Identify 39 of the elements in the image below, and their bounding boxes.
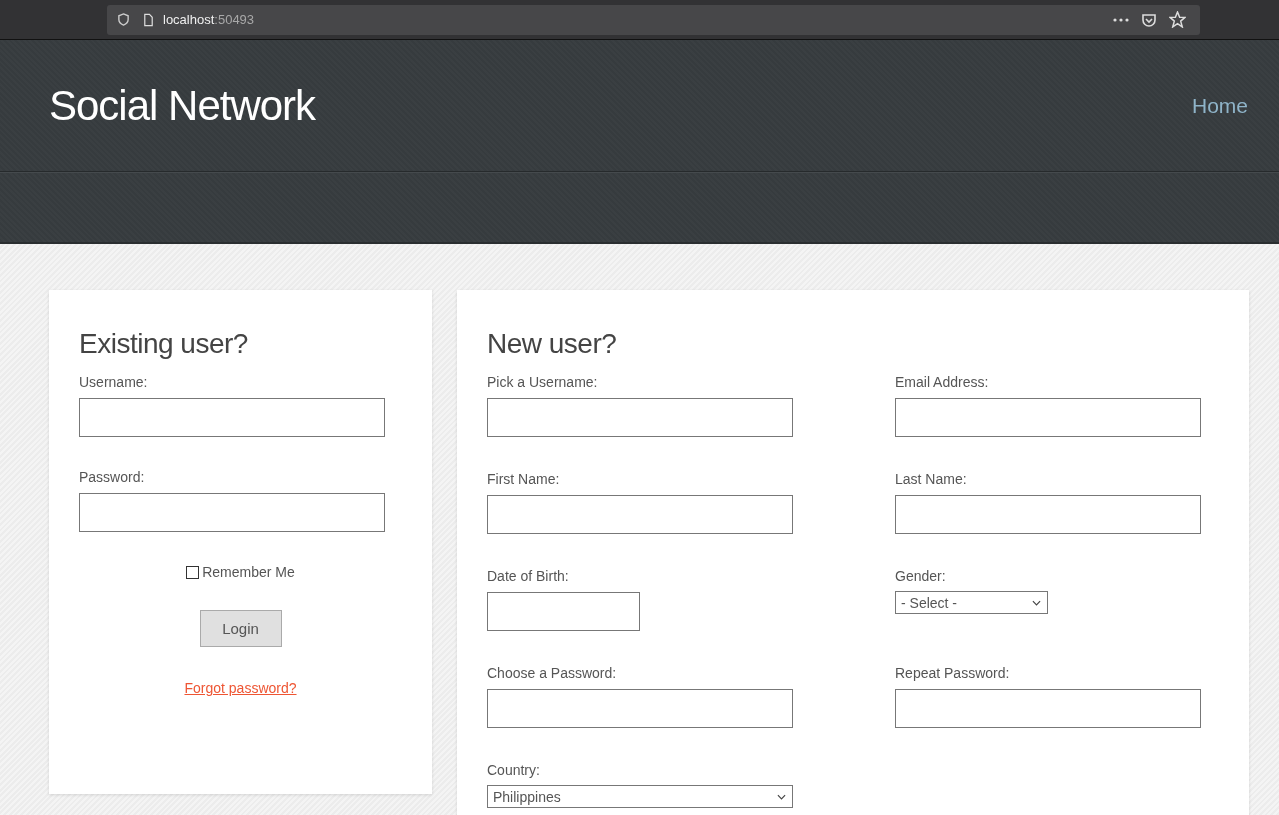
field-label: Choose a Password:: [487, 665, 618, 681]
dropdown[interactable]: - Select -: [895, 591, 1048, 614]
input-field[interactable]: [895, 689, 1201, 728]
field-label: Gender:: [895, 568, 947, 584]
field-label: First Name:: [487, 471, 561, 487]
input-field[interactable]: [487, 398, 793, 437]
remember-checkbox[interactable]: [186, 565, 200, 579]
nav-link[interactable]: Home: [1191, 93, 1248, 117]
login-button[interactable]: Login: [199, 610, 282, 647]
pocket-icon[interactable]: [1141, 11, 1157, 28]
site-title[interactable]: Social Network: [49, 81, 316, 130]
more-icon[interactable]: [1113, 17, 1129, 22]
input-field[interactable]: [79, 493, 385, 532]
input-field[interactable]: [895, 495, 1201, 534]
field-label: Last Name:: [895, 471, 968, 487]
dropdown[interactable]: Philippines: [487, 785, 793, 808]
input-field[interactable]: [895, 398, 1201, 437]
address-bar[interactable]: localhost:50493: [107, 4, 1200, 35]
date-field[interactable]: [487, 592, 640, 631]
checkbox-label[interactable]: Remember Me: [202, 564, 295, 580]
input-field[interactable]: [79, 398, 385, 437]
chevron-icon: [777, 793, 786, 800]
field-label: Email Address:: [895, 374, 990, 390]
section-heading: Existing user?: [79, 328, 249, 360]
field-label: Pick a Username:: [487, 374, 599, 390]
forgot-password-link[interactable]: Forgot password?: [184, 680, 297, 696]
input-field[interactable]: [487, 495, 793, 534]
field-label: Password:: [79, 469, 146, 485]
url-text[interactable]: localhost:50493: [163, 12, 255, 27]
input-field[interactable]: [487, 689, 793, 728]
star-icon[interactable]: [1169, 11, 1186, 28]
shield-icon[interactable]: [117, 13, 130, 26]
field-label: Date of Birth:: [487, 568, 570, 584]
page-icon: [142, 12, 155, 27]
section-heading: New user?: [487, 328, 618, 360]
field-label: Username:: [79, 374, 149, 390]
chevron-icon: [1032, 599, 1041, 606]
field-label: Country:: [487, 762, 541, 778]
field-label: Repeat Password:: [895, 665, 1011, 681]
